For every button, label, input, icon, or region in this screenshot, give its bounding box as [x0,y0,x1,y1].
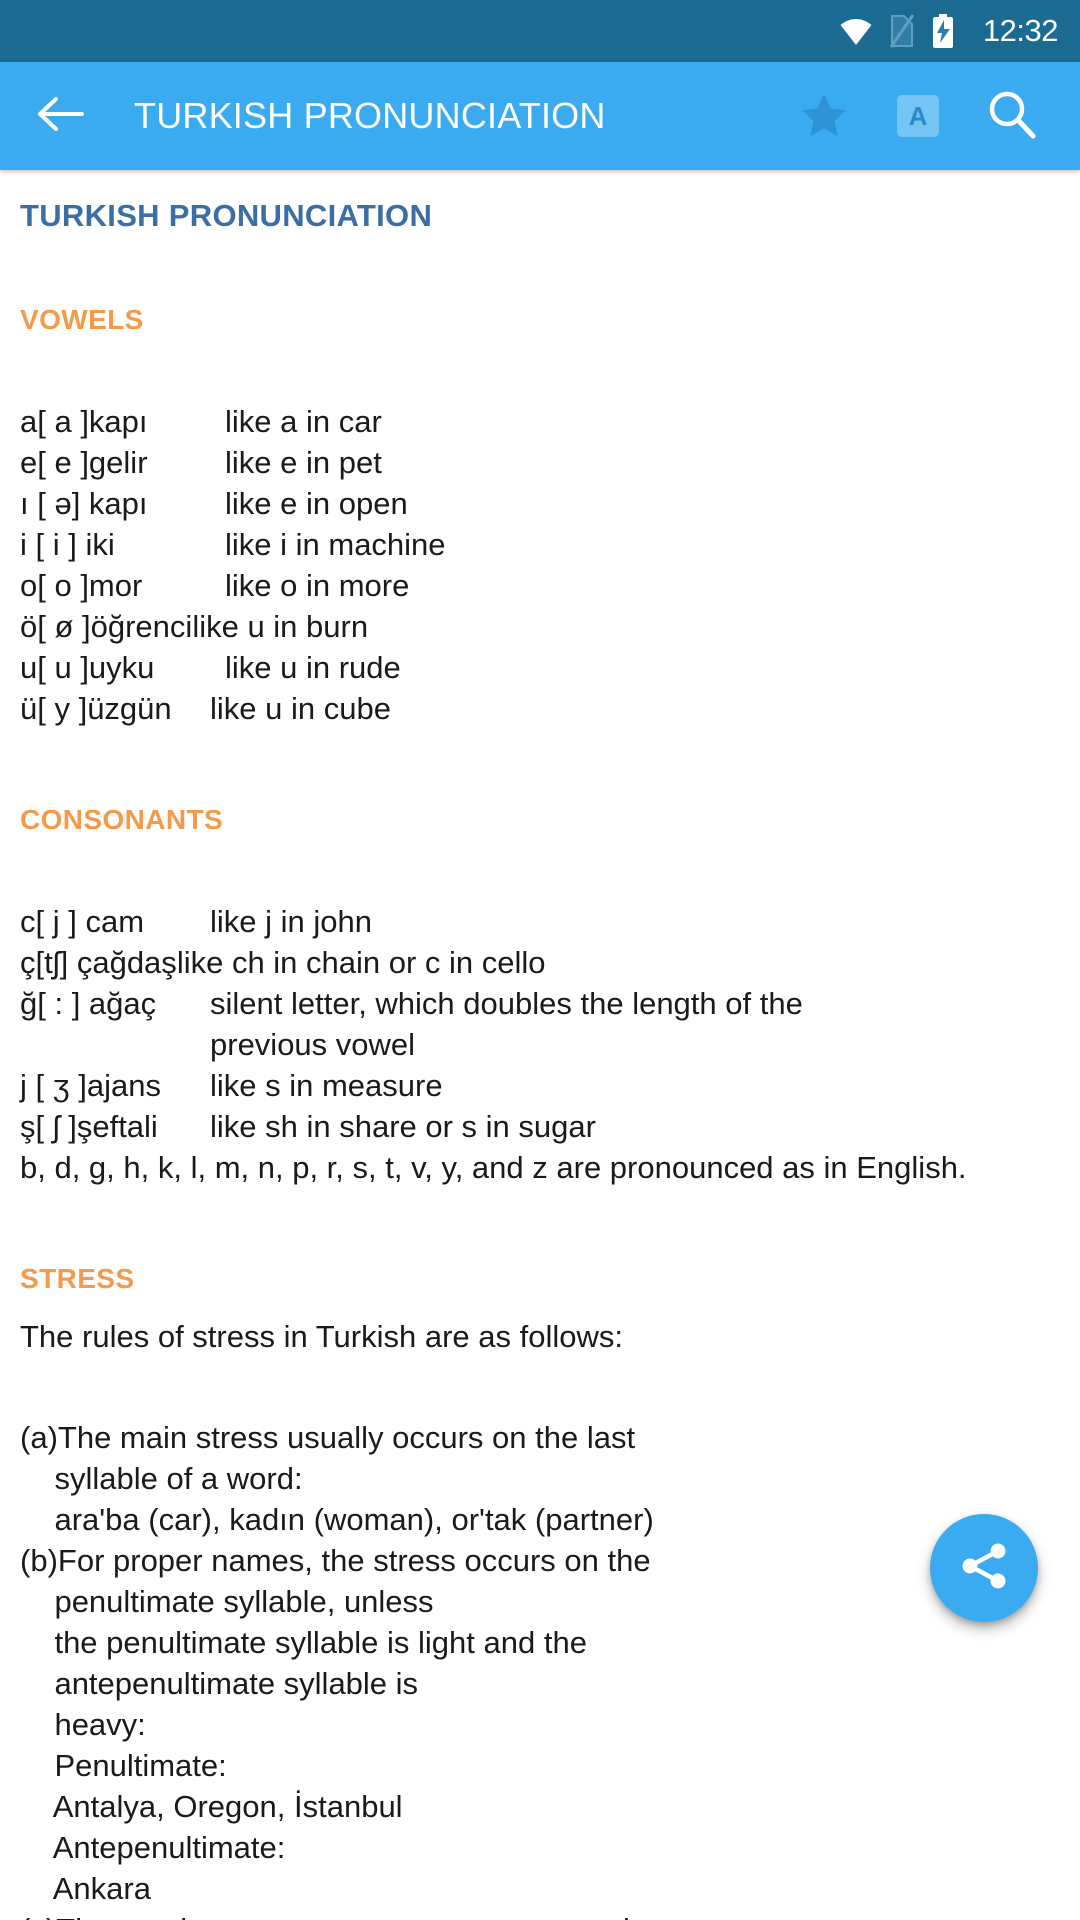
consonant-description: previous vowel [210,1027,416,1062]
consonant-description: like sh in share or s in sugar [210,1109,596,1144]
section-heading-vowels: VOWELS [20,304,144,335]
table-row: j [ ʒ ]ajans like s in measure [20,1070,1060,1101]
vowel-symbol: u[ u ]uyku [20,650,155,685]
list-item: (a)The main stress usually occurs on the… [20,1420,636,1455]
list-item: penultimate syllable, unless [20,1584,434,1619]
vowels-table: a[ a ]kapı like a in car e[ e ]gelir lik… [20,406,1060,724]
vowel-description: like u in rude [225,650,401,685]
list-item: Antalya, Oregon, İstanbul [20,1789,403,1824]
table-row: o[ o ]mor like o in more [20,570,1060,601]
battery-charging-icon [931,14,955,48]
vowel-description: like o in more [225,568,410,603]
table-row: previous vowel [20,1029,1060,1060]
stress-rules-list: (a)The main stress usually occurs on the… [20,1420,1060,1920]
consonant-symbol: ş[ ʃ ]şeftali [20,1109,158,1144]
consonant-symbol: c[ j ] cam [20,904,145,939]
document-title: TURKISH PRONUNCIATION [20,198,433,233]
vowel-symbol: e[ e ]gelir [20,445,148,480]
consonant-symbol: j [ ʒ ]ajans [20,1068,161,1103]
app-bar: TURKISH PRONUNCIATION A [0,62,1080,170]
list-item: (b)For proper names, the stress occurs o… [20,1543,651,1578]
list-item: syllable of a word: [20,1461,303,1496]
share-icon [957,1539,1011,1598]
favorite-button[interactable] [796,88,852,144]
table-row: c[ j ] cam like j in john [20,906,1060,937]
vowel-symbol: a[ a ]kapı [20,404,148,439]
wifi-icon [839,16,873,46]
stress-intro: The rules of stress in Turkish are as fo… [20,1319,624,1354]
back-button[interactable] [30,85,92,147]
search-button[interactable] [984,88,1040,144]
vowel-description: like e in pet [225,445,382,480]
list-item: the penultimate syllable is light and th… [20,1625,587,1660]
table-row: i [ i ] iki like i in machine [20,529,1060,560]
table-row: a[ a ]kapı like a in car [20,406,1060,437]
app-bar-actions: A [796,88,1054,144]
table-row: ü[ y ]üzgün like u in cube [20,693,1060,724]
font-size-button[interactable]: A [890,88,946,144]
consonant-description: like j in john [210,904,372,939]
list-item: ara'ba (car), kadın (woman), or'tak (par… [20,1502,654,1537]
consonants-note: b, d, g, h, k, l, m, n, p, r, s, t, v, y… [20,1152,1060,1183]
consonant-description: like ch in chain or c in cello [176,945,546,980]
list-item: Antepenultimate: [20,1830,286,1865]
vowel-symbol: ü[ y ]üzgün [20,691,172,726]
consonant-description: silent letter, which doubles the length … [210,986,803,1021]
status-bar: 12:32 [0,0,1080,62]
section-heading-consonants: CONSONANTS [20,804,224,835]
vowel-description: like e in open [225,486,408,521]
table-row: ş[ ʃ ]şeftali like sh in share or s in s… [20,1111,1060,1142]
consonant-symbol: ç[tʃ] çağdaş [20,945,177,980]
status-clock: 12:32 [982,13,1059,48]
favorite-star-icon [801,92,847,141]
vowel-description: like u in cube [210,691,391,726]
consonants-note-text: b, d, g, h, k, l, m, n, p, r, s, t, v, y… [20,1150,967,1185]
font-size-icon: A [897,95,939,137]
vowel-description: like i in machine [225,527,446,562]
vowel-description: like a in car [225,404,382,439]
vowel-description: like u in burn [192,609,369,644]
table-row: ı [ ə] kapı like e in open [20,488,1060,519]
vowel-symbol: ı [ ə] kapı [20,486,148,521]
consonant-symbol: ğ[ : ] ağaç [20,986,157,1021]
status-icon-group: 12:32 [839,13,1059,49]
consonant-description: like s in measure [210,1068,443,1103]
list-item: (c)The regular stress pattern occurs on … [20,1912,1060,1920]
no-sim-icon [889,14,915,48]
vowel-symbol: o[ o ]mor [20,568,143,603]
vowel-symbol: i [ i ] iki [20,527,115,562]
share-fab-button[interactable] [930,1514,1038,1622]
table-row: u[ u ]uyku like u in rude [20,652,1060,683]
list-item: heavy: [20,1707,146,1742]
search-icon [987,89,1037,144]
table-row: e[ e ]gelir like e in pet [20,447,1060,478]
table-row: ğ[ : ] ağaç silent letter, which doubles… [20,988,1060,1019]
arrow-left-icon [36,94,86,139]
table-row: ö[ ø ]öğrenci like u in burn [20,611,1060,642]
vowel-symbol: ö[ ø ]öğrenci [20,609,193,644]
document-content[interactable]: TURKISH PRONUNCIATION VOWELS a[ a ]kapı … [0,170,1080,1920]
list-item: antepenultimate syllable is [20,1666,419,1701]
page-title: TURKISH PRONUNCIATION [134,95,606,136]
table-row: ç[tʃ] çağdaş like ch in chain or c in ce… [20,947,1060,978]
section-heading-stress: STRESS [20,1263,135,1294]
list-item: Penultimate: [20,1748,227,1783]
list-item: Ankara [20,1871,151,1906]
consonants-table: c[ j ] cam like j in john ç[tʃ] çağdaş l… [20,906,1060,1183]
